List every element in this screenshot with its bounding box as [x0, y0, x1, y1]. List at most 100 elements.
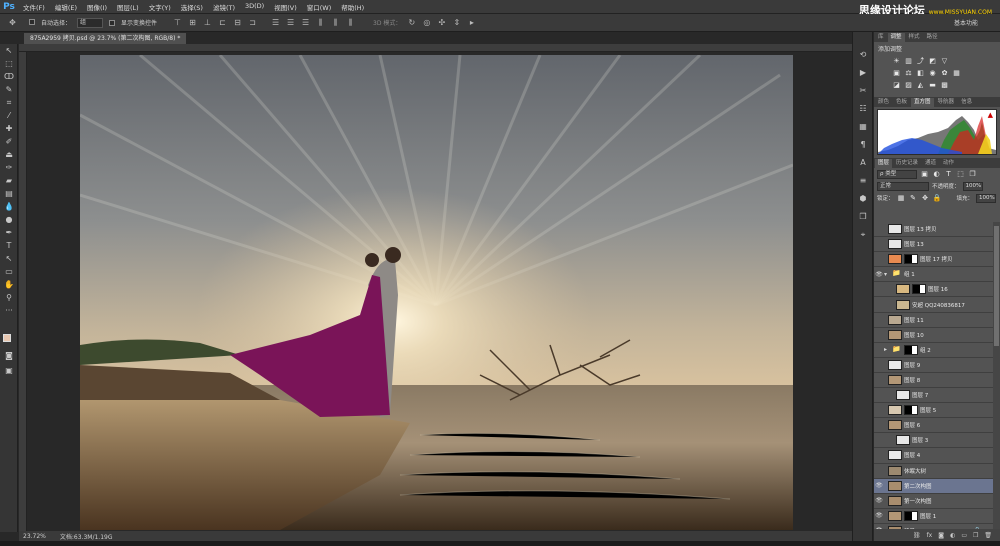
distribute-vcenter-icon[interactable]: ☰: [286, 18, 295, 27]
color-balance-icon[interactable]: ⚖: [904, 69, 913, 77]
3d-panel-icon[interactable]: ⬢: [853, 190, 873, 208]
layer-mask-thumbnail[interactable]: [912, 284, 926, 295]
histogram-warning-icon[interactable]: ▲: [988, 111, 993, 119]
gradient-map-icon[interactable]: ▬: [928, 81, 937, 89]
panel-tab[interactable]: 库: [875, 33, 887, 42]
layer-mask-thumbnail[interactable]: [904, 254, 918, 265]
filter-adjust-icon[interactable]: ◐: [932, 170, 941, 178]
align-left-icon[interactable]: ⊏: [218, 18, 227, 27]
distribute-hcenter-icon[interactable]: ⫼: [331, 18, 340, 27]
3d-roll-icon[interactable]: ◎: [422, 18, 431, 27]
panel-tab[interactable]: 历史记录: [893, 159, 921, 168]
3d-pan-icon[interactable]: ✣: [437, 18, 446, 27]
layer-row[interactable]: 👁 图层 1: [874, 509, 993, 524]
3d-scale-icon[interactable]: ▸: [467, 18, 476, 27]
document-tab[interactable]: 875A2959 拷贝.psd @ 23.7% (第二次构图, RGB/8) *: [24, 33, 187, 44]
layer-row[interactable]: 休眠大树: [874, 464, 993, 479]
3d-slide-icon[interactable]: ⇕: [452, 18, 461, 27]
levels-icon[interactable]: ▥: [904, 57, 913, 65]
filter-smart-icon[interactable]: ❐: [968, 170, 977, 178]
add-mask-icon[interactable]: ◙: [938, 532, 944, 539]
layer-mask-thumbnail[interactable]: [904, 405, 918, 416]
panel-tab[interactable]: 导航器: [935, 98, 958, 107]
lock-transparent-icon[interactable]: ▦: [897, 194, 906, 202]
hand-tool-icon[interactable]: ✋: [0, 278, 18, 291]
layer-row[interactable]: 图层 16: [874, 282, 993, 298]
exposure-icon[interactable]: ◩: [928, 57, 937, 65]
layer-row[interactable]: 图层 5: [874, 403, 993, 419]
layer-row[interactable]: 图层 8: [874, 373, 993, 389]
quick-select-tool-icon[interactable]: ✎: [0, 83, 18, 96]
move-tool-icon[interactable]: ✥: [8, 18, 17, 27]
layer-row[interactable]: 图层 13 拷贝: [874, 222, 993, 238]
layer-row[interactable]: 图层 17 拷贝: [874, 252, 993, 268]
panel-tab[interactable]: 样式: [906, 33, 923, 42]
layer-row[interactable]: 图层 6: [874, 418, 993, 434]
menu-item[interactable]: 窗口(W): [302, 2, 337, 12]
panel-tab[interactable]: 通道: [922, 159, 939, 168]
layer-list-scrollbar[interactable]: [993, 222, 1000, 529]
blend-mode-dropdown[interactable]: 正常: [877, 181, 929, 191]
layer-style-icon[interactable]: fx: [927, 532, 933, 539]
filter-shape-icon[interactable]: ⬚: [956, 170, 965, 178]
dodge-tool-icon[interactable]: ●: [0, 213, 18, 226]
actions-panel-icon[interactable]: ▶: [853, 64, 873, 82]
shape-tool-icon[interactable]: ▭: [0, 265, 18, 278]
pen-tool-icon[interactable]: ✒: [0, 226, 18, 239]
layer-row[interactable]: 图层 3: [874, 433, 993, 449]
layer-row[interactable]: 图层 4: [874, 448, 993, 464]
visibility-eye-icon[interactable]: 👁: [874, 271, 884, 278]
layer-row[interactable]: 图层 13: [874, 237, 993, 253]
zoom-readout[interactable]: 23.72%: [23, 533, 46, 540]
distribute-right-icon[interactable]: ⫼: [346, 18, 355, 27]
curves-icon[interactable]: ⤴: [916, 57, 925, 65]
align-right-icon[interactable]: ⊐: [248, 18, 257, 27]
menu-item[interactable]: 滤镜(T): [208, 2, 240, 12]
distribute-top-icon[interactable]: ☰: [271, 18, 280, 27]
new-adjustment-icon[interactable]: ◐: [950, 532, 955, 539]
panel-tab[interactable]: 图层: [875, 159, 893, 168]
clone-stamp-tool-icon[interactable]: ⏏: [0, 148, 18, 161]
tools-presets-icon[interactable]: ✂: [853, 82, 873, 100]
align-hcenter-icon[interactable]: ⊟: [233, 18, 242, 27]
paragraph-panel-icon[interactable]: ¶: [853, 136, 873, 154]
new-group-icon[interactable]: ▭: [961, 532, 967, 539]
gradient-tool-icon[interactable]: ▤: [0, 187, 18, 200]
panel-tab[interactable]: 颜色: [875, 98, 892, 107]
history-brush-tool-icon[interactable]: ✑: [0, 161, 18, 174]
eraser-tool-icon[interactable]: ▰: [0, 174, 18, 187]
color-lookup-icon[interactable]: ▦: [952, 69, 961, 77]
photo-filter-icon[interactable]: ◉: [928, 69, 937, 77]
layer-row[interactable]: ▸ 📁 组 2: [874, 343, 993, 358]
lock-all-icon[interactable]: 🔒: [933, 194, 942, 202]
panel-tab[interactable]: 信息: [958, 98, 975, 107]
panel-tab[interactable]: 调整: [887, 33, 905, 42]
threshold-icon[interactable]: ◭: [916, 81, 925, 89]
delete-layer-icon[interactable]: 🗑: [984, 532, 992, 539]
brush-panel-icon[interactable]: ▦: [853, 118, 873, 136]
layer-row[interactable]: 👁 ▾ 📁 组 1: [874, 267, 993, 283]
screen-mode-icon[interactable]: ▣: [0, 364, 18, 377]
healing-brush-tool-icon[interactable]: ✚: [0, 122, 18, 135]
layer-mask-thumbnail[interactable]: [904, 344, 918, 355]
path-select-tool-icon[interactable]: ↖: [0, 252, 18, 265]
character-panel-icon[interactable]: A: [853, 154, 873, 172]
history-panel-icon[interactable]: ⟲: [853, 46, 873, 64]
panel-tab[interactable]: 动作: [940, 159, 957, 168]
layer-row[interactable]: 👁 第二次构图: [874, 478, 993, 494]
layer-row[interactable]: 👁 第一次构图: [874, 494, 993, 509]
layer-kind-filter[interactable]: ρ 类型: [877, 169, 917, 179]
layer-comps-icon[interactable]: ❐: [853, 208, 873, 226]
auto-select-checkbox[interactable]: [29, 18, 35, 25]
paragraph-style-icon[interactable]: ≡: [853, 172, 873, 190]
layer-row[interactable]: 安超 QQ240836817: [874, 297, 993, 313]
lock-position-icon[interactable]: ✥: [921, 194, 930, 202]
menu-item[interactable]: 帮助(H): [336, 2, 369, 12]
properties-panel-icon[interactable]: ☷: [853, 100, 873, 118]
scrollbar-thumb[interactable]: [994, 226, 999, 346]
blur-tool-icon[interactable]: 💧: [0, 200, 18, 213]
menu-item[interactable]: 视图(V): [269, 2, 302, 12]
posterize-icon[interactable]: ▨: [904, 81, 913, 89]
auto-select-dropdown[interactable]: 组: [77, 17, 104, 28]
distribute-left-icon[interactable]: ⫼: [316, 18, 325, 27]
